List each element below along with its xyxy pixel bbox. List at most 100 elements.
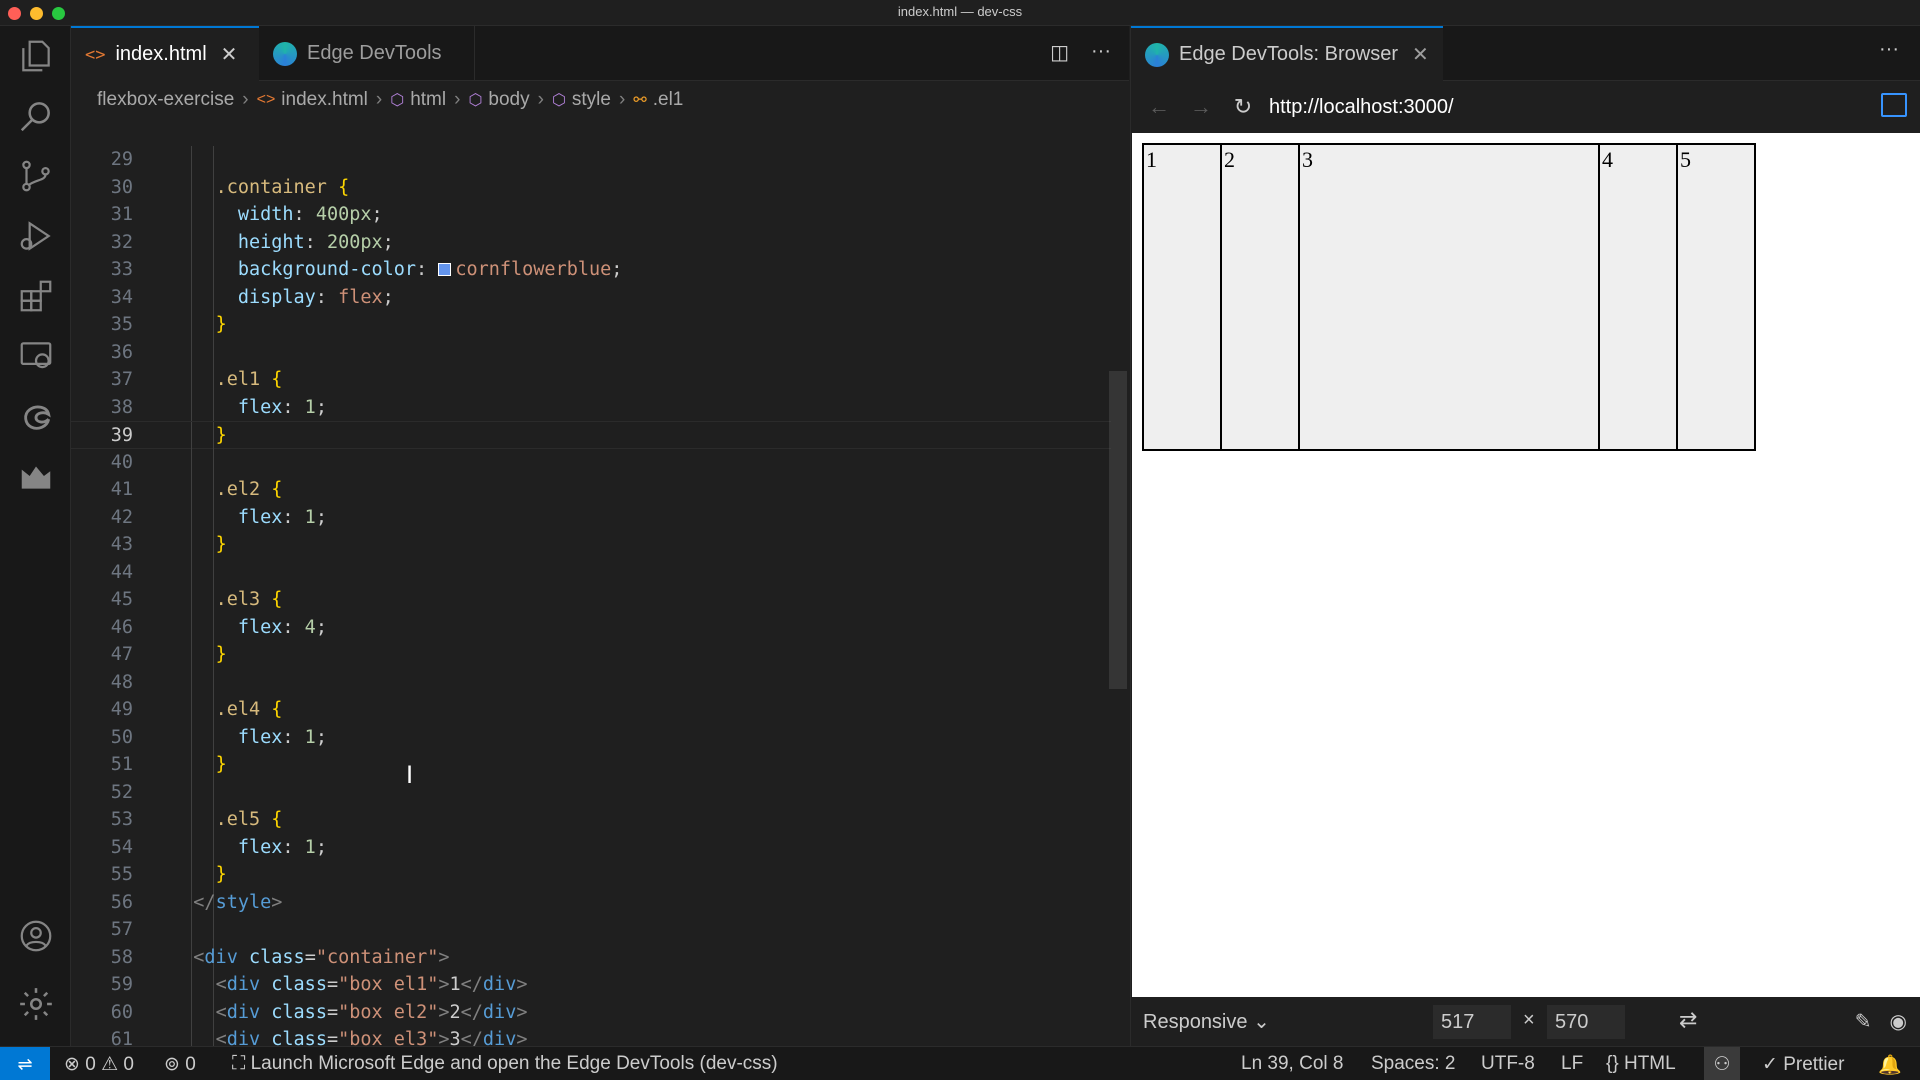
forward-arrow-icon[interactable]: → xyxy=(1187,94,1215,120)
code-token: flex xyxy=(237,726,283,748)
breadcrumb-item[interactable]: flexbox-exercise xyxy=(97,89,234,111)
search-icon[interactable] xyxy=(0,86,71,146)
code-token: : xyxy=(293,204,316,225)
more-actions-icon[interactable]: ··· xyxy=(1879,38,1899,61)
remote-indicator-icon[interactable]: ⇌ xyxy=(0,1047,50,1080)
code-line[interactable]: 29 xyxy=(71,146,1111,174)
notifications-bell-icon[interactable]: 🔔 xyxy=(1878,1053,1902,1077)
split-editor-icon[interactable]: ◫ xyxy=(1050,40,1069,65)
line-number: 34 xyxy=(110,286,133,308)
vision-deficiency-icon[interactable]: ◉ xyxy=(1890,1009,1907,1034)
code-line[interactable]: 46 flex: 4; xyxy=(71,613,1111,641)
run-debug-icon[interactable] xyxy=(0,206,71,266)
code-line[interactable]: 35 } xyxy=(71,311,1111,339)
code-line[interactable]: 37 .el1 { xyxy=(71,366,1111,394)
tab-edge-devtools[interactable]: Edge DevTools xyxy=(259,26,475,81)
color-swatch[interactable] xyxy=(438,263,452,276)
cursor-position[interactable]: Ln 39, Col 8 xyxy=(1241,1053,1343,1075)
copilot-icon[interactable]: ⚇ xyxy=(1704,1047,1740,1080)
screencast-toggle-icon[interactable] xyxy=(1881,93,1907,117)
code-line[interactable]: 33 background-color: cornflowerblue; xyxy=(71,256,1111,284)
code-line[interactable]: 52 xyxy=(71,778,1111,806)
code-line[interactable]: 44 xyxy=(71,558,1111,586)
prettier-status[interactable]: ✓ Prettier xyxy=(1762,1053,1844,1076)
edge-icon[interactable] xyxy=(0,386,71,446)
settings-gear-icon[interactable] xyxy=(0,974,71,1034)
code-line[interactable]: 39 } xyxy=(71,421,1111,450)
code-line[interactable]: 53 .el5 { xyxy=(71,806,1111,834)
code-line[interactable]: 31 width: 400px; xyxy=(71,201,1111,229)
breadcrumb-item[interactable]: body xyxy=(488,89,529,111)
indentation[interactable]: Spaces: 2 xyxy=(1371,1053,1456,1075)
code-line[interactable]: 34 display: flex; xyxy=(71,283,1111,311)
language-mode[interactable]: {} HTML xyxy=(1606,1053,1676,1075)
code-line[interactable]: 48 xyxy=(71,668,1111,696)
code-line[interactable]: 42 flex: 1; xyxy=(71,503,1111,531)
ports-indicator[interactable]: ⊚ 0 xyxy=(164,1053,196,1076)
code-line[interactable]: 51 } xyxy=(71,751,1111,779)
code-token: : xyxy=(416,259,439,280)
more-actions-icon[interactable]: ··· xyxy=(1091,40,1111,65)
code-token: > xyxy=(271,891,283,913)
docker-icon[interactable] xyxy=(0,446,71,506)
code-token: "box el2" xyxy=(338,1001,439,1023)
close-icon[interactable]: ✕ xyxy=(221,42,238,67)
code-line[interactable]: 30 .container { xyxy=(71,173,1111,201)
extensions-icon[interactable] xyxy=(0,266,71,326)
code-line[interactable]: 55 } xyxy=(71,861,1111,889)
editor-scrollbar[interactable] xyxy=(1109,371,1127,689)
code-line[interactable]: 36 xyxy=(71,338,1111,366)
source-control-icon[interactable] xyxy=(0,146,71,206)
account-icon[interactable] xyxy=(0,906,71,966)
remote-explorer-icon[interactable] xyxy=(0,326,71,386)
viewport-height-input[interactable] xyxy=(1547,1005,1625,1039)
code-line[interactable]: 32 height: 200px; xyxy=(71,228,1111,256)
code-line[interactable]: 49 .el4 { xyxy=(71,696,1111,724)
breadcrumb-item[interactable]: index.html xyxy=(281,89,368,111)
code-token: < xyxy=(215,974,227,995)
end-of-line[interactable]: LF xyxy=(1561,1053,1583,1075)
line-number: 48 xyxy=(110,671,133,693)
back-arrow-icon[interactable]: ← xyxy=(1145,94,1173,120)
device-toolbar: Responsive ⌄ × ⇄ ✎ ◉ xyxy=(1131,997,1920,1046)
code-line[interactable]: 58 <div class="container"> xyxy=(71,943,1111,971)
url-input[interactable] xyxy=(1269,89,1869,125)
code-line[interactable]: 57 xyxy=(71,916,1111,944)
code-token: display xyxy=(237,286,316,308)
code-text: .el5 { xyxy=(171,806,283,834)
emulation-wand-icon[interactable]: ✎ xyxy=(1855,1009,1872,1034)
breadcrumb-item[interactable]: style xyxy=(572,89,611,111)
tab-index-html[interactable]: <> index.html ✕ xyxy=(71,26,259,81)
code-token: : xyxy=(304,231,327,253)
device-mode-select[interactable]: Responsive ⌄ xyxy=(1143,1009,1270,1034)
code-line[interactable]: 60 <div class="box el2">2</div> xyxy=(71,998,1111,1026)
problems-indicator[interactable]: ⊗ 0 ⚠ 0 xyxy=(64,1053,134,1076)
breadcrumb-item[interactable]: html xyxy=(410,89,446,111)
rotate-icon[interactable]: ⇄ xyxy=(1679,1007,1697,1033)
explorer-icon[interactable] xyxy=(0,26,71,86)
breadcrumb-item[interactable]: .el1 xyxy=(653,89,684,111)
code-token: class xyxy=(271,974,327,995)
code-line[interactable]: 43 } xyxy=(71,531,1111,559)
launch-task-status[interactable]: ⛶ Launch Microsoft Edge and open the Edg… xyxy=(232,1053,778,1075)
code-line[interactable]: 54 flex: 1; xyxy=(71,833,1111,861)
line-number: 41 xyxy=(110,479,133,500)
code-line[interactable]: 40 xyxy=(71,448,1111,476)
code-line[interactable]: 38 flex: 1; xyxy=(71,393,1111,422)
code-line[interactable]: 45 .el3 { xyxy=(71,586,1111,614)
viewport-width-input[interactable] xyxy=(1433,1005,1511,1039)
code-line[interactable]: 41 .el2 { xyxy=(71,476,1111,504)
tab-edge-devtools-browser[interactable]: Edge DevTools: Browser ✕ xyxy=(1131,26,1443,81)
code-line[interactable]: 56 </style> xyxy=(71,888,1111,916)
code-line[interactable]: 47 } xyxy=(71,641,1111,669)
code-line[interactable]: 50 flex: 1; xyxy=(71,723,1111,751)
encoding[interactable]: UTF-8 xyxy=(1481,1053,1535,1075)
reload-icon[interactable]: ↻ xyxy=(1229,94,1257,120)
browser-viewport[interactable]: 1 2 3 4 5 xyxy=(1132,133,1920,997)
close-icon[interactable]: ✕ xyxy=(1412,42,1429,67)
code-line[interactable]: 59 <div class="box el1">1</div> xyxy=(71,971,1111,999)
code-editor[interactable]: 29 30 .container {31 width: 400px; 32 heig… xyxy=(71,146,1129,1080)
code-text: flex: 1; xyxy=(171,394,327,422)
